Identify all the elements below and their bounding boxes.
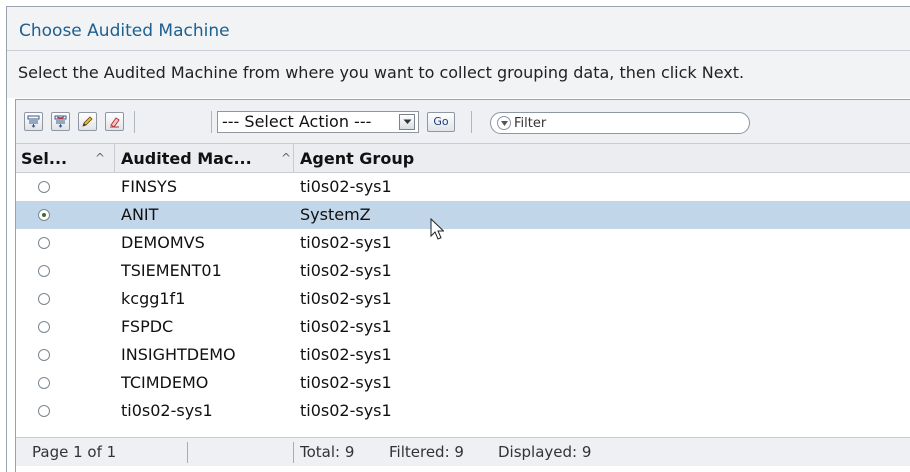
row-radio[interactable] [38, 321, 50, 333]
agent-group-cell: ti0s02-sys1 [300, 261, 392, 280]
machine-cell: FINSYS [121, 177, 177, 196]
table-row[interactable]: FINSYS ti0s02-sys1 [16, 173, 910, 201]
deselect-all-icon[interactable] [51, 112, 70, 131]
table-row[interactable]: FSPDC ti0s02-sys1 [16, 313, 910, 341]
table-row[interactable]: ti0s02-sys1 ti0s02-sys1 [16, 397, 910, 425]
machine-cell: TCIMDEMO [121, 373, 209, 392]
agent-group-cell: ti0s02-sys1 [300, 401, 392, 420]
machine-cell: INSIGHTDEMO [121, 345, 236, 364]
agent-group-cell: ti0s02-sys1 [300, 345, 392, 364]
toolbar-divider [134, 111, 135, 133]
row-radio[interactable] [38, 377, 50, 389]
row-radio[interactable] [38, 293, 50, 305]
machine-table: --- Select Action --- Go Filter Sel... ^… [15, 99, 910, 472]
footer-divider [187, 442, 188, 463]
sort-icon[interactable]: ^ [281, 144, 291, 173]
table-toolbar: --- Select Action --- Go Filter [16, 100, 910, 144]
row-radio[interactable] [38, 237, 50, 249]
page-indicator: Page 1 of 1 [32, 443, 117, 461]
audited-machine-panel: Choose Audited Machine Select the Audite… [6, 6, 910, 472]
mouse-pointer-icon [430, 218, 444, 240]
row-radio[interactable] [38, 265, 50, 277]
table-row[interactable]: TCIMDEMO ti0s02-sys1 [16, 369, 910, 397]
agent-group-cell: ti0s02-sys1 [300, 317, 392, 336]
row-radio[interactable] [38, 181, 50, 193]
machine-cell: kcgg1f1 [121, 289, 186, 308]
column-header-audited-machine[interactable]: Audited Mac... ^ [115, 144, 293, 173]
displayed-count: Displayed: 9 [498, 443, 592, 461]
row-radio[interactable] [38, 405, 50, 417]
select-action-dropdown[interactable]: --- Select Action --- [217, 111, 419, 133]
column-header-agent-group[interactable]: Agent Group [294, 144, 414, 173]
table-row[interactable]: ANIT SystemZ [16, 201, 910, 229]
table-header: Sel... ^ Audited Mac... ^ Agent Group [16, 144, 910, 173]
instructions: Select the Audited Machine from where yo… [7, 51, 910, 98]
column-header-select[interactable]: Sel... ^ [16, 144, 114, 173]
go-button[interactable]: Go [427, 112, 455, 132]
total-count: Total: 9 [300, 443, 355, 461]
table-row[interactable]: TSIEMENT01 ti0s02-sys1 [16, 257, 910, 285]
machine-cell: DEMOMVS [121, 233, 205, 252]
agent-group-cell: ti0s02-sys1 [300, 289, 392, 308]
footer-divider [293, 442, 294, 463]
agent-group-cell: ti0s02-sys1 [300, 177, 392, 196]
table-row[interactable]: kcgg1f1 ti0s02-sys1 [16, 285, 910, 313]
edit-icon[interactable] [78, 112, 97, 131]
table-footer: Page 1 of 1 Total: 9 Filtered: 9 Display… [16, 437, 910, 466]
row-radio[interactable] [38, 349, 50, 361]
title-bar: Choose Audited Machine [7, 7, 910, 51]
machine-cell: TSIEMENT01 [121, 261, 222, 280]
table-row[interactable]: DEMOMVS ti0s02-sys1 [16, 229, 910, 257]
chevron-down-icon[interactable] [399, 114, 415, 130]
filter-input[interactable]: Filter [490, 112, 750, 134]
machine-cell: FSPDC [121, 317, 174, 336]
filter-placeholder: Filter [514, 115, 547, 131]
toolbar-divider [471, 111, 472, 133]
filter-dropdown-icon[interactable] [497, 116, 511, 130]
machine-cell: ti0s02-sys1 [121, 401, 213, 420]
row-radio[interactable] [38, 209, 50, 221]
select-all-icon[interactable] [24, 112, 43, 131]
agent-group-cell: SystemZ [300, 205, 371, 224]
sort-icon[interactable]: ^ [95, 144, 105, 173]
table-row[interactable]: INSIGHTDEMO ti0s02-sys1 [16, 341, 910, 369]
filtered-count: Filtered: 9 [389, 443, 464, 461]
agent-group-cell: ti0s02-sys1 [300, 373, 392, 392]
machine-cell: ANIT [121, 205, 159, 224]
agent-group-cell: ti0s02-sys1 [300, 233, 392, 252]
toolbar-divider [211, 111, 212, 133]
page-title: Choose Audited Machine [19, 21, 230, 41]
clear-icon[interactable] [105, 112, 124, 131]
